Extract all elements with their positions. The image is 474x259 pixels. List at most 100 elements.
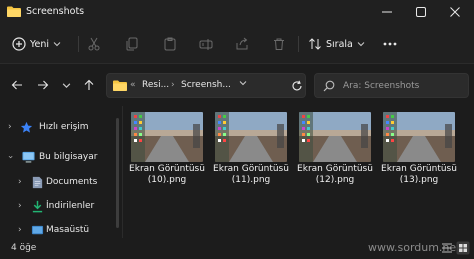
file-name-line: Ekran Görüntüsü (381, 164, 457, 174)
expand-arrow-icon[interactable]: › (18, 225, 22, 235)
new-button-label: Yeni (30, 38, 50, 50)
cut-icon (88, 37, 100, 51)
paste-icon (164, 37, 176, 51)
file-item[interactable]: Ekran Görüntüsü (10).png (127, 112, 207, 192)
close-icon (450, 7, 460, 17)
file-name-line: Ekran Görüntüsü (213, 164, 289, 174)
search-box[interactable]: Ara: Screenshots (314, 73, 469, 98)
sidebar-item-label: İndirilenler (46, 201, 95, 211)
forward-button[interactable] (36, 78, 50, 92)
file-name: Ekran Görüntüsü (10).png (127, 164, 207, 186)
minimize-button[interactable] (370, 0, 404, 24)
copy-button[interactable] (124, 36, 140, 52)
document-icon (32, 176, 43, 188)
sidebar-scrollbar[interactable] (116, 118, 119, 228)
navigation-bar: « Resi... › Screensh... Ara: Screenshots (0, 65, 474, 105)
file-item[interactable]: Ekran Görüntüsü (11).png (211, 112, 291, 192)
minimize-icon (382, 11, 392, 13)
file-item[interactable]: Ekran Görüntüsü (12).png (295, 112, 375, 192)
refresh-icon[interactable] (291, 80, 303, 92)
sidebar-item-this-pc[interactable]: › Bu bilgisayar (0, 146, 118, 168)
navigation-pane: › Hızlı erişim › Bu bilgisayar › Documen… (0, 106, 122, 238)
back-arrow-icon (11, 80, 22, 90)
up-button[interactable] (82, 78, 96, 92)
download-icon (32, 200, 43, 212)
copy-icon (126, 37, 138, 51)
chevron-down-icon (53, 42, 61, 47)
folder-icon (7, 6, 21, 17)
file-name-line: Ekran Görüntüsü (129, 164, 205, 174)
sidebar-item-documents[interactable]: › Documents (0, 171, 118, 193)
paste-button[interactable] (162, 36, 178, 52)
sidebar-item-label: Bu bilgisayar (39, 152, 98, 162)
expand-arrow-icon[interactable]: › (5, 155, 15, 159)
item-count: 4 öğe (11, 243, 37, 253)
address-dropdown[interactable] (239, 79, 247, 90)
expand-arrow-icon[interactable]: › (18, 177, 22, 187)
delete-icon (274, 38, 284, 50)
back-button[interactable] (10, 78, 24, 92)
maximize-icon (416, 7, 426, 17)
title-bar: Screenshots (0, 0, 474, 24)
chevron-down-icon (357, 42, 365, 47)
file-name-line: Ekran Görüntüsü (297, 164, 373, 174)
sort-button-label: Sırala (326, 38, 353, 50)
file-item[interactable]: Ekran Görüntüsü (13).png (379, 112, 459, 192)
computer-icon (22, 151, 35, 163)
search-icon (323, 80, 335, 92)
star-icon (20, 121, 33, 133)
cut-button[interactable] (86, 36, 102, 52)
toolbar-separator (298, 36, 299, 52)
share-icon (236, 37, 248, 50)
image-thumbnail (383, 112, 455, 162)
image-thumbnail (131, 112, 203, 162)
expand-arrow-icon[interactable]: › (18, 201, 22, 211)
toolbar-separator (78, 36, 79, 52)
sidebar-item-label: Masaüstü (46, 225, 90, 235)
file-name: Ekran Görüntüsü (12).png (295, 164, 375, 186)
status-bar: 4 öğe www.sordum.net (0, 238, 474, 259)
rename-icon (199, 39, 213, 50)
sidebar-item-label: Hızlı erişim (39, 122, 89, 132)
maximize-button[interactable] (404, 0, 438, 24)
chevron-down-icon (62, 82, 70, 88)
image-thumbnail (299, 112, 371, 162)
folder-icon (113, 80, 127, 91)
breadcrumb-separator[interactable]: › (171, 80, 175, 90)
sidebar-item-quick-access[interactable]: › Hızlı erişim (0, 116, 118, 138)
forward-arrow-icon (38, 80, 49, 90)
share-button[interactable] (234, 36, 250, 52)
sort-button[interactable]: Sırala (308, 35, 365, 53)
recent-locations-button[interactable] (59, 78, 73, 92)
chevron-down-icon (239, 81, 247, 86)
desktop-icon (31, 225, 44, 234)
sidebar-item-downloads[interactable]: › İndirilenler (0, 195, 118, 217)
breadcrumb-overflow[interactable]: « (130, 80, 136, 90)
file-name-line: (12).png (315, 175, 355, 185)
breadcrumb-item-current[interactable]: Screensh... (181, 80, 231, 90)
file-name-line: (10).png (147, 175, 187, 185)
file-name: Ekran Görüntüsü (13).png (379, 164, 459, 186)
details-view-icon[interactable] (440, 241, 454, 255)
new-button[interactable]: Yeni (12, 35, 61, 53)
window-title: Screenshots (26, 6, 85, 17)
search-placeholder: Ara: Screenshots (343, 81, 420, 91)
file-name: Ekran Görüntüsü (11).png (211, 164, 291, 186)
more-icon (383, 42, 397, 46)
image-thumbnail (215, 112, 287, 162)
sidebar-item-label: Documents (46, 177, 98, 187)
command-bar: Yeni Sırala (0, 24, 474, 64)
plus-circle-icon (12, 37, 26, 51)
sort-icon (309, 38, 321, 50)
breadcrumb-item[interactable]: Resi... (142, 80, 169, 90)
delete-button[interactable] (271, 36, 287, 52)
close-button[interactable] (438, 0, 472, 24)
address-bar[interactable]: « Resi... › Screensh... (106, 73, 306, 98)
rename-button[interactable] (198, 36, 214, 52)
file-name-line: (13).png (399, 175, 439, 185)
file-list: Ekran Görüntüsü (10).png Ekran Görüntüsü… (123, 106, 474, 238)
more-options-button[interactable] (382, 36, 398, 52)
up-arrow-icon (84, 79, 94, 90)
large-icons-view-icon[interactable] (456, 241, 470, 255)
expand-arrow-icon[interactable]: › (8, 122, 12, 132)
